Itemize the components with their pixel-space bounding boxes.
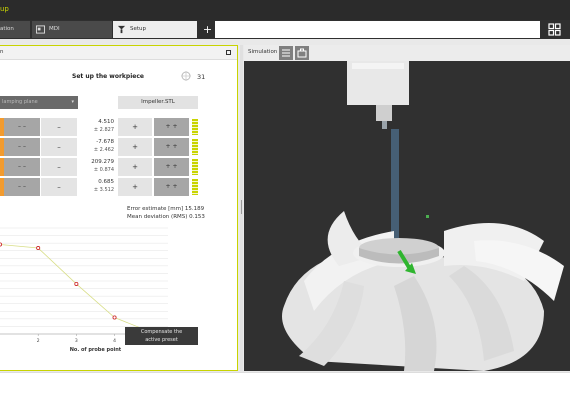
bottom-bar bbox=[0, 372, 570, 400]
tab-bar: ation MDI Setup + bbox=[0, 20, 570, 39]
axis-value: 209.279 bbox=[91, 159, 114, 165]
chart-x-axis-label: No. of probe point bbox=[70, 347, 122, 353]
mdi-icon bbox=[36, 25, 45, 34]
chart-point bbox=[36, 246, 41, 251]
setup-title-row: Set up the workpiece 31 bbox=[0, 71, 237, 82]
chart-point bbox=[74, 281, 79, 286]
axis-deviation: ± 2.462 bbox=[93, 147, 114, 153]
simulation-header: Simulation bbox=[244, 45, 570, 61]
error-estimate: Error estimate [mm] 15.189 bbox=[127, 206, 205, 212]
clamping-plane-select[interactable]: lamping plane ▾ bbox=[0, 96, 78, 109]
simulation-viewport[interactable] bbox=[244, 61, 570, 371]
step-minus-button[interactable]: – bbox=[41, 178, 77, 196]
compensate-button-line-2: active preset bbox=[145, 337, 178, 343]
quality-bars bbox=[192, 119, 198, 135]
app-title: up bbox=[0, 5, 9, 13]
panel-header-title: n bbox=[0, 49, 4, 55]
tab-mdi[interactable]: MDI bbox=[32, 21, 112, 38]
probe-stylus bbox=[391, 129, 399, 249]
step-minus-large-button[interactable]: – – bbox=[4, 178, 40, 196]
top-bar: up bbox=[0, 0, 570, 20]
clamping-plane-value: lamping plane bbox=[2, 99, 38, 105]
axis-row: – – – 209.279 ± 0.874 + + + bbox=[0, 158, 200, 176]
axis-deviation: ± 0.874 bbox=[93, 167, 114, 173]
panel-header: n bbox=[0, 46, 237, 60]
step-minus-button[interactable]: – bbox=[41, 158, 77, 176]
chart-x-tick-label: 2 bbox=[37, 338, 40, 344]
axis-deviation: ± 2.827 bbox=[93, 127, 114, 133]
tab-label: MDI bbox=[49, 26, 60, 32]
step-plus-large-button[interactable]: + + bbox=[154, 178, 189, 196]
tab-label: ation bbox=[0, 26, 14, 32]
tab-setup[interactable]: Setup bbox=[113, 21, 197, 38]
grid-layout-icon[interactable] bbox=[548, 23, 561, 36]
axis-deviation: ± 3.512 bbox=[93, 187, 114, 193]
step-plus-button[interactable]: + bbox=[118, 178, 152, 196]
maximize-icon[interactable] bbox=[226, 50, 231, 55]
quality-bars bbox=[192, 139, 198, 155]
probe-icon bbox=[181, 71, 191, 81]
chart-x-tick-label: 4 bbox=[113, 338, 116, 344]
tab-bar-fill bbox=[215, 21, 540, 38]
simulation-title: Simulation bbox=[248, 49, 278, 55]
workpiece-setup-panel: n Set up the workpiece 31 lamping plane … bbox=[0, 45, 238, 371]
axis-value: -7.678 bbox=[96, 139, 114, 145]
toolbox-icon[interactable] bbox=[295, 46, 309, 60]
step-minus-large-button[interactable]: – – bbox=[4, 118, 40, 136]
panel-splitter[interactable] bbox=[240, 45, 243, 371]
simulation-panel: Simulation bbox=[244, 45, 570, 371]
axis-row: – – – -7.678 ± 2.462 + + + bbox=[0, 138, 200, 156]
step-plus-button[interactable]: + bbox=[118, 158, 152, 176]
list-icon[interactable] bbox=[279, 46, 293, 60]
tab-label: Setup bbox=[130, 26, 147, 32]
chart-x-tick-label: 3 bbox=[75, 338, 78, 344]
chart-point bbox=[0, 242, 2, 247]
page-title: Set up the workpiece bbox=[72, 73, 144, 80]
step-minus-large-button[interactable]: – – bbox=[4, 158, 40, 176]
step-minus-button[interactable]: – bbox=[41, 118, 77, 136]
chevron-down-icon: ▾ bbox=[71, 99, 74, 105]
quality-bars bbox=[192, 179, 198, 195]
quality-bars bbox=[192, 159, 198, 175]
tab-position[interactable]: ation bbox=[0, 21, 30, 38]
axis-value: 0.685 bbox=[98, 179, 114, 185]
compensate-preset-button[interactable]: Compensate the active preset bbox=[125, 327, 198, 345]
probe-cycle-number: 31 bbox=[197, 73, 206, 81]
step-plus-button[interactable]: + bbox=[118, 118, 152, 136]
step-plus-large-button[interactable]: + + bbox=[154, 138, 189, 156]
axis-row: – – – 4.510 ± 2.827 + + + bbox=[0, 118, 200, 136]
step-minus-large-button[interactable]: – – bbox=[4, 138, 40, 156]
axis-row: – – – 0.685 ± 3.512 + + + bbox=[0, 178, 200, 196]
step-plus-large-button[interactable]: + + bbox=[154, 118, 189, 136]
step-minus-button[interactable]: – bbox=[41, 138, 77, 156]
axis-value: 4.510 bbox=[98, 119, 114, 125]
step-plus-large-button[interactable]: + + bbox=[154, 158, 189, 176]
chart-point bbox=[112, 315, 117, 320]
setup-icon bbox=[117, 25, 126, 34]
step-plus-button[interactable]: + bbox=[118, 138, 152, 156]
model-file-button[interactable]: Impeller.STL bbox=[118, 96, 198, 109]
add-tab-button[interactable]: + bbox=[200, 22, 215, 37]
probe-point-marker bbox=[426, 215, 429, 218]
compensate-button-line-1: Compensate the bbox=[140, 329, 183, 335]
